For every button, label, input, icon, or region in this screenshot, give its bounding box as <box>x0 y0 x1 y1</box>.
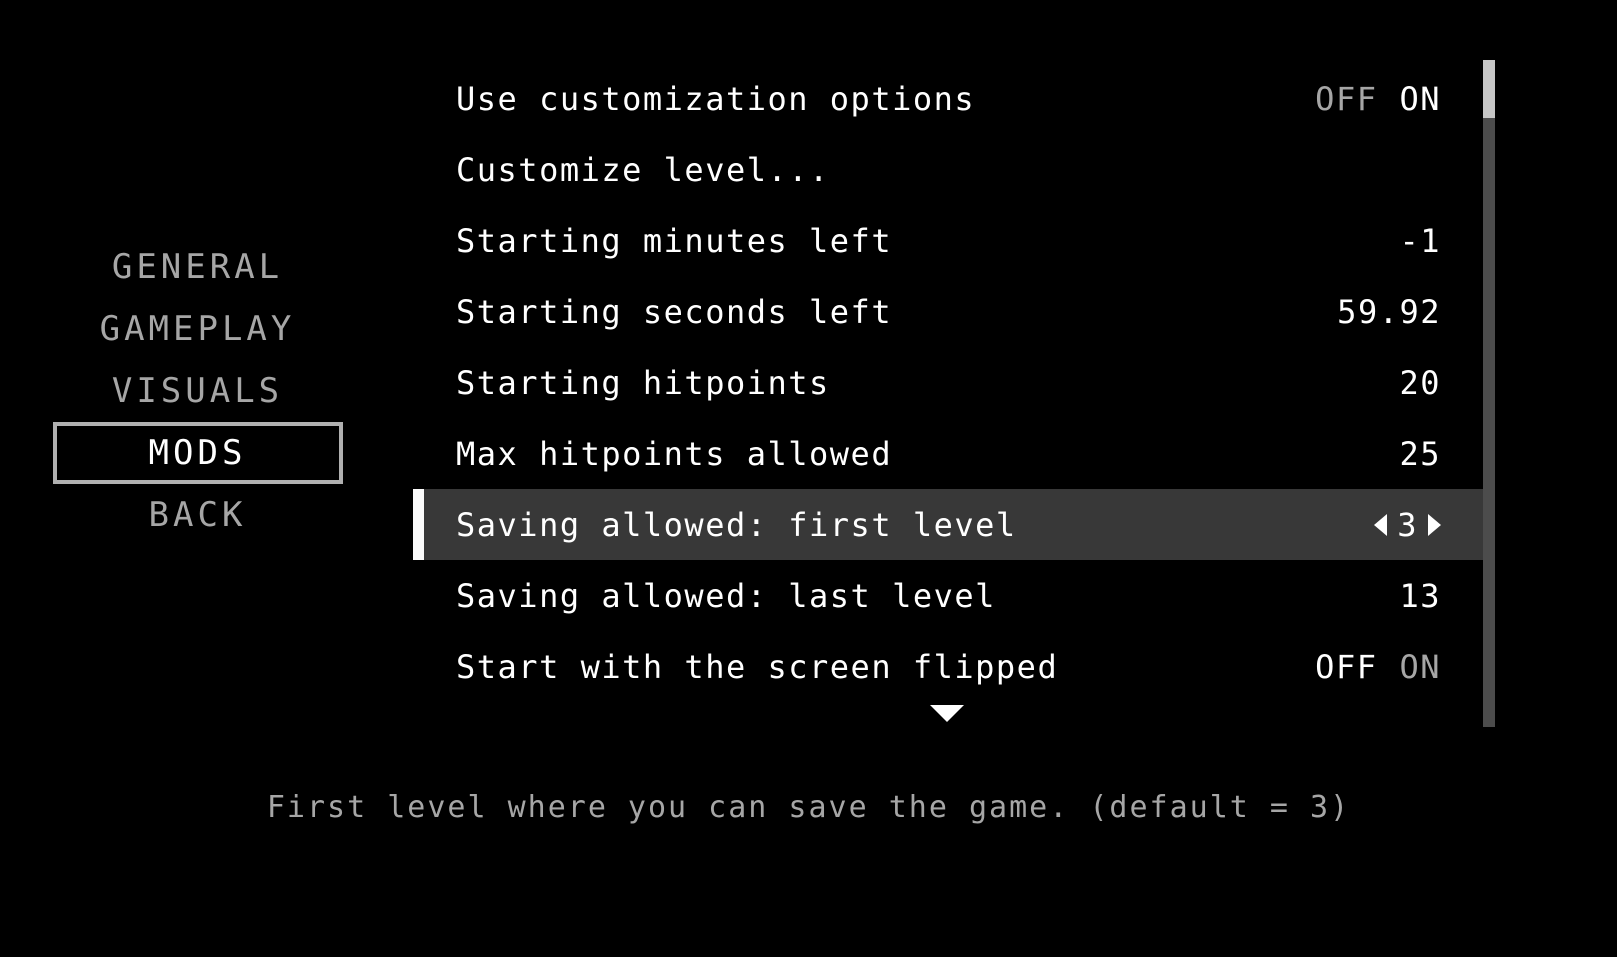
option-label: Max hitpoints allowed <box>456 434 893 473</box>
settings-category-sidebar: GENERAL GAMEPLAY VISUALS MODS BACK <box>0 236 395 546</box>
sidebar-item-general[interactable]: GENERAL <box>53 236 343 298</box>
option-label: Starting minutes left <box>456 221 893 260</box>
option-row[interactable]: Saving allowed: last level 13 <box>413 560 1485 631</box>
numeric-value[interactable]: 20 <box>1399 364 1441 402</box>
sidebar-item-label: BACK <box>148 495 247 535</box>
option-value[interactable]: OFF ON <box>1293 648 1441 686</box>
numeric-value[interactable]: 13 <box>1399 577 1441 615</box>
numeric-value[interactable]: -1 <box>1399 222 1441 260</box>
options-scrollbar-thumb[interactable] <box>1483 60 1495 118</box>
option-description: First level where you can save the game.… <box>266 790 1351 825</box>
option-label: Starting hitpoints <box>456 363 830 402</box>
stepper-value: 3 <box>1397 505 1418 544</box>
option-label: Use customization options <box>456 79 976 118</box>
sidebar-item-label: VISUALS <box>111 371 284 411</box>
selection-indicator-bar <box>413 489 424 560</box>
option-value[interactable]: 59.92 <box>1337 293 1441 331</box>
toggle-option-on[interactable]: ON <box>1399 648 1441 686</box>
option-value[interactable]: -1 <box>1399 222 1441 260</box>
stepper-increase-arrow-icon[interactable] <box>1428 513 1441 536</box>
option-row[interactable]: Starting minutes left -1 <box>413 205 1485 276</box>
sidebar-item-visuals[interactable]: VISUALS <box>53 360 343 422</box>
options-scrollbar-track[interactable] <box>1483 60 1495 727</box>
toggle-option-on[interactable]: ON <box>1399 80 1441 118</box>
option-value[interactable]: 3 <box>1374 506 1441 544</box>
stepper-decrease-arrow-icon[interactable] <box>1374 513 1388 536</box>
option-label: Saving allowed: first level <box>456 505 1017 544</box>
scroll-down-chevron-icon[interactable] <box>930 705 964 722</box>
sidebar-item-gameplay[interactable]: GAMEPLAY <box>53 298 343 360</box>
toggle-option-off[interactable]: OFF <box>1315 80 1377 118</box>
option-value[interactable]: OFF ON <box>1293 80 1441 118</box>
option-value[interactable]: 13 <box>1399 577 1441 615</box>
game-settings-screen: GENERAL GAMEPLAY VISUALS MODS BACK Use custo… <box>0 0 1617 957</box>
sidebar-item-mods[interactable]: MODS <box>52 422 343 484</box>
sidebar-item-label: MODS <box>148 433 247 473</box>
option-row[interactable]: Start with the screen flipped OFF ON <box>413 631 1485 702</box>
numeric-value[interactable]: 59.92 <box>1337 293 1441 331</box>
option-label: Customize level... <box>456 150 830 189</box>
option-value[interactable]: 25 <box>1399 435 1441 473</box>
toggle-option-off[interactable]: OFF <box>1315 648 1377 686</box>
option-label: Start with the screen flipped <box>456 647 1059 686</box>
sidebar-item-label: GAMEPLAY <box>99 309 296 349</box>
option-row[interactable]: Use customization options OFF ON <box>413 63 1485 134</box>
option-row[interactable]: Starting seconds left 59.92 <box>413 276 1485 347</box>
sidebar-item-back[interactable]: BACK <box>53 484 343 546</box>
sidebar-item-label: GENERAL <box>111 247 284 287</box>
option-row[interactable]: Starting hitpoints 20 <box>413 347 1485 418</box>
option-row[interactable]: Customize level... <box>413 134 1485 205</box>
option-label: Starting seconds left <box>456 292 893 331</box>
option-row[interactable]: Max hitpoints allowed 25 <box>413 418 1485 489</box>
option-label: Saving allowed: last level <box>456 576 996 615</box>
numeric-value[interactable]: 25 <box>1399 435 1441 473</box>
option-row[interactable]: Saving allowed: first level 3 <box>413 489 1485 560</box>
options-list: Use customization options OFF ON Customize … <box>413 63 1485 702</box>
option-value[interactable]: 20 <box>1399 364 1441 402</box>
